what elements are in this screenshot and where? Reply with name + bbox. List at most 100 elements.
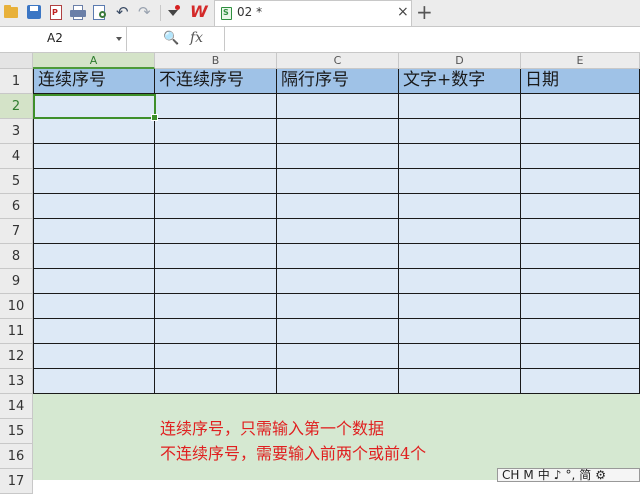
redo-icon[interactable]: ↷ <box>138 3 151 21</box>
cell-a12[interactable] <box>33 344 155 369</box>
cell-d4[interactable] <box>399 144 521 169</box>
cell-a11[interactable] <box>33 319 155 344</box>
row-header-13[interactable]: 13 <box>0 369 33 394</box>
cell-c9[interactable] <box>277 269 399 294</box>
cell-c10[interactable] <box>277 294 399 319</box>
close-tab-icon[interactable]: × <box>397 4 409 20</box>
cell-e4[interactable] <box>521 144 640 169</box>
column-header-c[interactable]: C <box>277 53 399 69</box>
cell-d8[interactable] <box>399 244 521 269</box>
cell-c3[interactable] <box>277 119 399 144</box>
cell-a10[interactable] <box>33 294 155 319</box>
ime-item-2[interactable]: 中 <box>538 469 550 481</box>
formula-input[interactable] <box>225 27 640 51</box>
insert-function-icon[interactable]: fx <box>190 30 203 46</box>
print-icon[interactable] <box>70 4 87 21</box>
column-header-e[interactable]: E <box>521 53 640 69</box>
column-header-d[interactable]: D <box>399 53 521 69</box>
cell-b10[interactable] <box>155 294 277 319</box>
cell-e3[interactable] <box>521 119 640 144</box>
open-folder-icon[interactable] <box>3 4 20 21</box>
cell-e10[interactable] <box>521 294 640 319</box>
name-box[interactable]: A2 <box>0 27 127 51</box>
cell-b6[interactable] <box>155 194 277 219</box>
row-header-17[interactable]: 17 <box>0 469 33 494</box>
cell-d7[interactable] <box>399 219 521 244</box>
chevron-down-icon[interactable] <box>116 37 122 41</box>
cell-c6[interactable] <box>277 194 399 219</box>
ime-item-0[interactable]: CH <box>502 469 519 481</box>
cell-d6[interactable] <box>399 194 521 219</box>
row-header-15[interactable]: 15 <box>0 419 33 444</box>
cell-d11[interactable] <box>399 319 521 344</box>
wps-logo-icon[interactable]: W <box>190 3 208 21</box>
row-header-12[interactable]: 12 <box>0 344 33 369</box>
cell-b4[interactable] <box>155 144 277 169</box>
cell-a13[interactable] <box>33 369 155 394</box>
cell-b13[interactable] <box>155 369 277 394</box>
cell-b11[interactable] <box>155 319 277 344</box>
cell-d2[interactable] <box>399 94 521 119</box>
cell-a4[interactable] <box>33 144 155 169</box>
customize-toolbar-dropdown-icon[interactable] <box>166 4 183 21</box>
zoom-search-icon[interactable]: 🔍 <box>163 31 179 46</box>
cell-a7[interactable] <box>33 219 155 244</box>
cell-e5[interactable] <box>521 169 640 194</box>
cell-a5[interactable] <box>33 169 155 194</box>
cell-d10[interactable] <box>399 294 521 319</box>
header-cell-d[interactable]: 文字+数字 <box>399 69 521 94</box>
row-header-1[interactable]: 1 <box>0 69 33 94</box>
ime-item-5[interactable]: 简 <box>579 469 591 481</box>
cell-a3[interactable] <box>33 119 155 144</box>
ime-item-3[interactable]: ♪ <box>554 469 562 481</box>
row-header-10[interactable]: 10 <box>0 294 33 319</box>
cell-c5[interactable] <box>277 169 399 194</box>
row-header-8[interactable]: 8 <box>0 244 33 269</box>
cell-b9[interactable] <box>155 269 277 294</box>
cell-a8[interactable] <box>33 244 155 269</box>
row-header-16[interactable]: 16 <box>0 444 33 469</box>
cell-e13[interactable] <box>521 369 640 394</box>
header-cell-a[interactable]: 连续序号 <box>33 69 155 94</box>
header-cell-b[interactable]: 不连续序号 <box>155 69 277 94</box>
cell-b8[interactable] <box>155 244 277 269</box>
cell-e9[interactable] <box>521 269 640 294</box>
cell-d12[interactable] <box>399 344 521 369</box>
select-all-corner[interactable] <box>0 53 33 69</box>
header-cell-e[interactable]: 日期 <box>521 69 640 94</box>
cell-c11[interactable] <box>277 319 399 344</box>
export-pdf-icon[interactable]: P <box>48 4 65 21</box>
print-preview-icon[interactable] <box>92 4 109 21</box>
cell-d3[interactable] <box>399 119 521 144</box>
cell-a9[interactable] <box>33 269 155 294</box>
row-header-4[interactable]: 4 <box>0 144 33 169</box>
cell-b12[interactable] <box>155 344 277 369</box>
cell-e11[interactable] <box>521 319 640 344</box>
cell-c4[interactable] <box>277 144 399 169</box>
ime-item-4[interactable]: °, <box>565 469 575 481</box>
cell-b7[interactable] <box>155 219 277 244</box>
column-header-b[interactable]: B <box>155 53 277 69</box>
document-tab[interactable]: S 02 * × <box>214 0 412 26</box>
cell-c7[interactable] <box>277 219 399 244</box>
sheet-grid[interactable]: 连续序号 不连续序号 隔行序号 文字+数字 日期 连续序号，只需输入第一个数据 不连续序… <box>33 69 640 480</box>
cell-b5[interactable] <box>155 169 277 194</box>
cell-e8[interactable] <box>521 244 640 269</box>
save-icon[interactable] <box>26 4 43 21</box>
undo-icon[interactable]: ↶ <box>116 3 129 21</box>
cell-c8[interactable] <box>277 244 399 269</box>
column-header-a[interactable]: A <box>33 53 155 69</box>
cell-e7[interactable] <box>521 219 640 244</box>
row-header-11[interactable]: 11 <box>0 319 33 344</box>
cell-a6[interactable] <box>33 194 155 219</box>
cell-b3[interactable] <box>155 119 277 144</box>
cell-e2[interactable] <box>521 94 640 119</box>
ime-item-6[interactable]: ⚙ <box>595 469 606 481</box>
ime-item-1[interactable]: M <box>523 469 533 481</box>
cell-d13[interactable] <box>399 369 521 394</box>
row-header-6[interactable]: 6 <box>0 194 33 219</box>
cell-a2[interactable] <box>33 94 155 119</box>
new-tab-button[interactable]: + <box>416 1 433 23</box>
cell-e12[interactable] <box>521 344 640 369</box>
cell-c2[interactable] <box>277 94 399 119</box>
